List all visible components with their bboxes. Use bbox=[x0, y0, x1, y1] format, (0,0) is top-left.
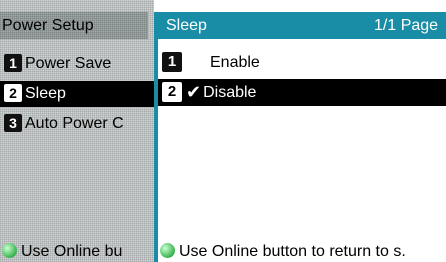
right-online-hint: Use Online button to return to s. bbox=[160, 242, 406, 262]
item-number-badge: 1 bbox=[162, 51, 182, 72]
online-button-icon bbox=[2, 243, 17, 259]
menu-item-label: Sleep bbox=[25, 85, 66, 102]
item-number-badge: 1 bbox=[4, 53, 22, 72]
menu-item-auto-power[interactable]: 3 Auto Power C bbox=[0, 111, 154, 137]
menu-item-label: Auto Power C bbox=[25, 115, 124, 132]
option-label: Disable bbox=[203, 84, 257, 101]
option-label: Enable bbox=[210, 54, 260, 71]
sleep-title-bar: Sleep 1/1 Page bbox=[158, 12, 446, 39]
sleep-options-panel: Sleep 1/1 Page 1 Enable 2 ✔ Disable Use Onl… bbox=[154, 0, 446, 262]
option-enable[interactable]: 1 Enable bbox=[158, 49, 446, 76]
item-number-badge: 2 bbox=[4, 83, 22, 102]
menu-item-sleep[interactable]: 2 Sleep bbox=[0, 81, 154, 107]
online-button-icon bbox=[160, 243, 175, 259]
panel-title: Sleep bbox=[166, 17, 207, 34]
left-online-hint: Use Online bu bbox=[2, 242, 122, 262]
power-setup-title: Power Setup bbox=[0, 12, 148, 39]
item-number-badge: 2 bbox=[162, 81, 182, 102]
hint-text: Use Online bu bbox=[21, 243, 123, 260]
checkmark-icon: ✔ bbox=[186, 82, 202, 103]
hint-text: Use Online button to return to s. bbox=[179, 243, 406, 260]
power-setup-menu: Power Setup 1 Power Save 2 Sleep 3 Auto Pow… bbox=[0, 0, 154, 262]
menu-item-power-save[interactable]: 1 Power Save bbox=[0, 51, 154, 77]
page-indicator: 1/1 Page bbox=[374, 17, 439, 34]
menu-item-label: Power Save bbox=[25, 55, 112, 72]
item-number-badge: 3 bbox=[4, 113, 22, 132]
option-disable[interactable]: 2 ✔ Disable bbox=[158, 79, 446, 106]
